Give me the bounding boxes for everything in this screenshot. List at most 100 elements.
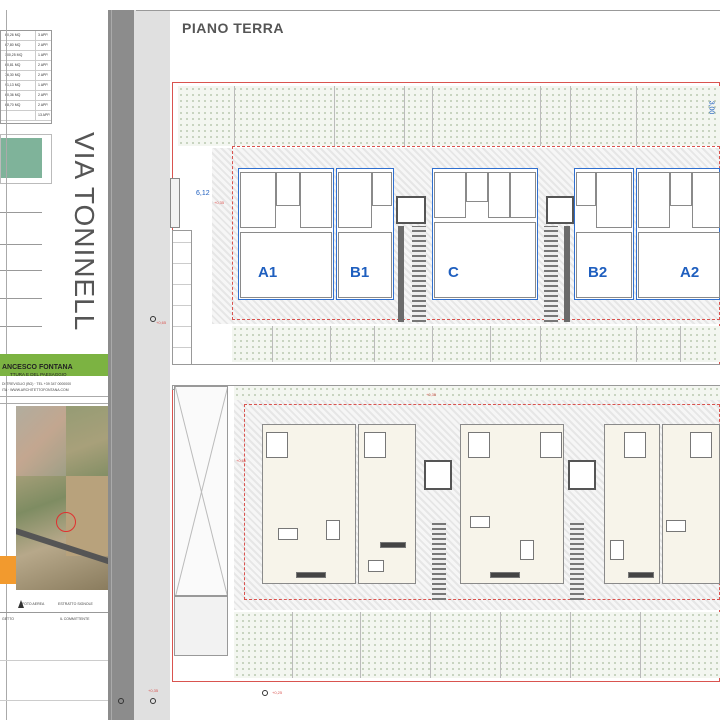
street-name: VIA TONINELL — [69, 132, 100, 332]
dining-table-icon — [326, 520, 340, 540]
stair-wall — [398, 226, 404, 322]
committente-label: IL COMMITTENTE — [60, 617, 90, 621]
dining-table-icon — [520, 540, 534, 560]
dining-table-icon — [278, 528, 298, 540]
aerial-photo — [16, 406, 108, 590]
room-bagno-c — [466, 172, 488, 202]
internal-road — [172, 364, 720, 386]
sheet-top-line — [136, 10, 720, 11]
signature-line — [0, 700, 108, 701]
garden-divider — [540, 326, 541, 362]
garden-divider — [500, 612, 501, 678]
aerial-label: FOTO AEREA — [22, 602, 45, 606]
floor-title: PIANO TERRA — [182, 20, 284, 36]
garden-divider — [234, 86, 235, 146]
dimension-label: 3,00 — [707, 100, 715, 115]
dining-table-icon — [470, 516, 490, 528]
dining-table-icon — [368, 560, 384, 572]
unit-label-b1: B1 — [350, 264, 370, 281]
lower-left-block — [174, 596, 228, 656]
garden-divider — [334, 86, 335, 146]
ramp — [174, 386, 228, 596]
dimension-label: +0,25 — [272, 690, 283, 695]
site-marker-circle — [56, 512, 76, 532]
dimension-label: 6,12 — [196, 190, 210, 197]
room-bagno-b1 — [372, 172, 392, 206]
contact-line: DI TREVIGLIO (BG) · TEL +39 347 0000000 — [2, 382, 72, 386]
garden-strip-lower-bottom — [234, 612, 720, 678]
room-camera-b1 — [338, 172, 372, 228]
room-camera-a2 — [638, 172, 670, 228]
garden-divider — [404, 86, 405, 146]
survey-point-icon — [150, 698, 156, 704]
progetto-label: GETTO — [2, 617, 14, 621]
entrance-gate — [170, 178, 180, 228]
garden-divider — [330, 326, 331, 362]
unit-label-a1: A1 — [258, 264, 278, 281]
survey-point-icon — [150, 316, 156, 322]
bed-icon — [364, 432, 386, 458]
title-block-strip — [0, 396, 108, 404]
room-camera3-c — [510, 172, 536, 218]
unit-label-a2: A2 — [680, 264, 700, 281]
bed-icon — [540, 432, 562, 458]
garden-divider — [490, 326, 491, 362]
garden-divider — [570, 86, 571, 146]
bed-icon — [266, 432, 288, 458]
stair-core — [568, 460, 596, 490]
garden-divider — [570, 612, 571, 678]
architect-sub: TTURA E DEL PAESAGGIO — [10, 372, 67, 377]
room-soggiorno-a2 — [638, 232, 720, 298]
garden-divider — [430, 612, 431, 678]
dimension-label: +0,65 — [156, 320, 167, 325]
room-bagno-a1 — [276, 172, 300, 206]
room-camera-c — [434, 172, 466, 218]
aerial-urban-area — [16, 406, 66, 476]
room-soggiorno-c — [434, 222, 536, 298]
street-sidewalk — [134, 10, 170, 720]
sofa-icon — [380, 542, 406, 548]
north-arrow-icon — [18, 600, 24, 608]
garden-divider — [636, 86, 637, 146]
stair-wall — [432, 520, 446, 600]
room-bagno-a2 — [670, 172, 692, 206]
estratto-label: ESTRATTO SIGNOLE — [58, 602, 93, 606]
garden-divider — [432, 326, 433, 362]
bed-icon — [690, 432, 712, 458]
unit-label-b2: B2 — [588, 264, 608, 281]
garden-strip-mid — [232, 326, 720, 362]
room-camera-a1 — [240, 172, 276, 228]
room-soggiorno-a1 — [240, 232, 332, 298]
stair-core — [546, 196, 574, 224]
garden-divider — [432, 86, 433, 146]
garden-divider — [374, 326, 375, 362]
sofa-icon — [628, 572, 654, 578]
sofa-icon — [296, 572, 326, 578]
garden-divider — [360, 612, 361, 678]
room-camera2-a1 — [300, 172, 332, 228]
survey-point-icon — [118, 698, 124, 704]
dimension-label: +0,35 — [426, 392, 437, 397]
bed-icon — [468, 432, 490, 458]
stair-core — [396, 196, 426, 224]
title-footer-line — [0, 612, 108, 613]
garden-divider — [680, 326, 681, 362]
garden-divider — [272, 326, 273, 362]
stair-wall — [564, 226, 570, 322]
dimension-label: +0,65 — [236, 458, 247, 463]
dimension-label: +0,35 — [148, 688, 159, 693]
signature-line — [0, 660, 108, 661]
web-line: ITA · WWW.ARCHITETTOFONTANA.COM — [2, 388, 69, 392]
orange-tab — [0, 556, 16, 584]
unit-label-c: C — [448, 264, 459, 281]
dimension-label: +0,35 — [214, 200, 225, 205]
stair-wall — [570, 520, 584, 600]
garden-divider — [540, 86, 541, 146]
dining-table-icon — [610, 540, 624, 560]
sofa-icon — [490, 572, 520, 578]
dining-table-icon — [666, 520, 686, 532]
stair-wall — [544, 226, 558, 322]
room-camera2-c — [488, 172, 510, 218]
garden-divider — [292, 612, 293, 678]
survey-point-icon — [262, 690, 268, 696]
